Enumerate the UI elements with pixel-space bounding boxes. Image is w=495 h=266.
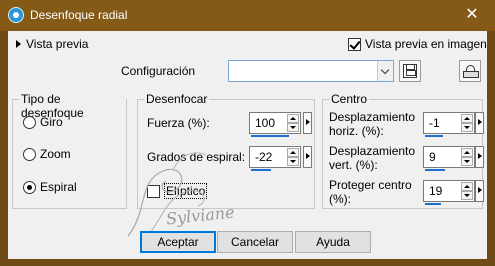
window-title: Desenfoque radial xyxy=(30,8,128,22)
h-offset-label-line1: Desplazamiento xyxy=(329,110,416,124)
center-title: Centro xyxy=(329,92,370,106)
checkbox-checked-icon xyxy=(348,37,361,51)
expand-triangle-icon xyxy=(16,40,21,48)
close-button[interactable]: ✕ xyxy=(461,4,483,26)
v-offset-label-line2: vert. (%): xyxy=(329,158,378,172)
center-group: Centro Desplazamiento horiz. (%): -1 Des… xyxy=(322,92,484,209)
protect-center-label-line1: Proteger centro xyxy=(329,178,412,192)
spinner-arrows[interactable] xyxy=(461,182,473,200)
v-offset-value: 9 xyxy=(429,150,436,164)
config-dropdown[interactable] xyxy=(228,60,394,82)
up-arrow-icon[interactable] xyxy=(287,148,299,157)
radio-espiral[interactable]: Espiral xyxy=(23,180,77,194)
strength-spinner[interactable]: 100 xyxy=(249,112,301,137)
spinner-arrows[interactable] xyxy=(287,148,299,166)
radio-icon xyxy=(23,147,36,161)
radio-giro[interactable]: Giro xyxy=(23,115,63,129)
blur-type-group: Tipo de desenfoque Giro Zoom Espiral xyxy=(12,92,127,209)
h-offset-value: -1 xyxy=(429,116,440,130)
v-offset-slider-button[interactable] xyxy=(475,146,484,168)
down-arrow-icon[interactable] xyxy=(287,157,299,166)
radio-zoom[interactable]: Zoom xyxy=(23,147,71,161)
blur-title: Desenfocar xyxy=(144,92,210,106)
protect-center-slider-button[interactable] xyxy=(475,180,484,202)
strength-slider-button[interactable] xyxy=(303,112,312,134)
h-offset-level-bar xyxy=(425,135,443,137)
protect-center-label-line2: (%): xyxy=(329,192,351,206)
preview-toggle[interactable]: Vista previa xyxy=(16,37,88,51)
down-arrow-icon[interactable] xyxy=(287,123,299,132)
radio-giro-label: Giro xyxy=(40,115,63,129)
spinner-arrows[interactable] xyxy=(287,114,299,132)
up-arrow-icon[interactable] xyxy=(461,148,473,157)
v-offset-label: Desplazamiento vert. (%): xyxy=(329,144,415,172)
preview-in-image-checkbox[interactable]: Vista previa en imagen xyxy=(348,37,487,51)
help-button[interactable]: Ayuda xyxy=(295,231,371,253)
app-icon xyxy=(8,7,24,23)
protect-center-label: Proteger centro (%): xyxy=(329,178,412,206)
v-offset-label-line1: Desplazamiento xyxy=(329,144,416,158)
h-offset-label-line2: horiz. (%): xyxy=(329,124,384,138)
cancel-button[interactable]: Cancelar xyxy=(217,231,293,253)
up-arrow-icon[interactable] xyxy=(287,114,299,123)
spiral-level-bar xyxy=(251,169,271,171)
strength-level-bar xyxy=(251,135,289,137)
up-arrow-icon[interactable] xyxy=(461,182,473,191)
radio-espiral-label: Espiral xyxy=(40,180,77,194)
radio-zoom-label: Zoom xyxy=(40,147,71,161)
preview-in-image-label: Vista previa en imagen xyxy=(365,37,487,51)
dialog-body: Vista previa Vista previa en imagen Conf… xyxy=(8,31,487,259)
protect-center-level-bar xyxy=(425,203,441,205)
up-arrow-icon[interactable] xyxy=(461,114,473,123)
strength-label: Fuerza (%): xyxy=(147,116,210,130)
spiral-slider-button[interactable] xyxy=(303,146,312,168)
spiral-degrees-spinner[interactable]: -22 xyxy=(249,146,301,171)
spinner-arrows[interactable] xyxy=(461,148,473,166)
spinner-arrows[interactable] xyxy=(461,114,473,132)
h-offset-spinner[interactable]: -1 xyxy=(423,112,475,137)
down-arrow-icon[interactable] xyxy=(461,157,473,166)
protect-center-spinner[interactable]: 19 xyxy=(423,180,475,205)
save-preset-button[interactable] xyxy=(399,60,421,82)
strength-value: 100 xyxy=(255,116,276,130)
config-label: Configuración xyxy=(121,64,196,78)
h-offset-label: Desplazamiento horiz. (%): xyxy=(329,110,415,138)
down-arrow-icon[interactable] xyxy=(461,123,473,132)
spiral-degrees-value: -22 xyxy=(255,150,273,164)
down-arrow-icon[interactable] xyxy=(461,191,473,200)
v-offset-level-bar xyxy=(425,169,445,171)
title-bar: Desenfoque radial ✕ xyxy=(0,0,495,31)
radio-icon xyxy=(23,115,36,129)
preview-toggle-label: Vista previa xyxy=(26,37,89,51)
protect-center-value: 19 xyxy=(429,184,443,198)
h-offset-slider-button[interactable] xyxy=(475,112,484,134)
save-icon xyxy=(403,64,417,78)
chevron-down-icon[interactable] xyxy=(377,61,393,81)
ok-button[interactable]: Aceptar xyxy=(140,231,216,253)
reset-icon xyxy=(463,65,479,78)
reset-button[interactable] xyxy=(459,60,481,82)
v-offset-spinner[interactable]: 9 xyxy=(423,146,475,171)
radio-selected-icon xyxy=(23,180,36,194)
